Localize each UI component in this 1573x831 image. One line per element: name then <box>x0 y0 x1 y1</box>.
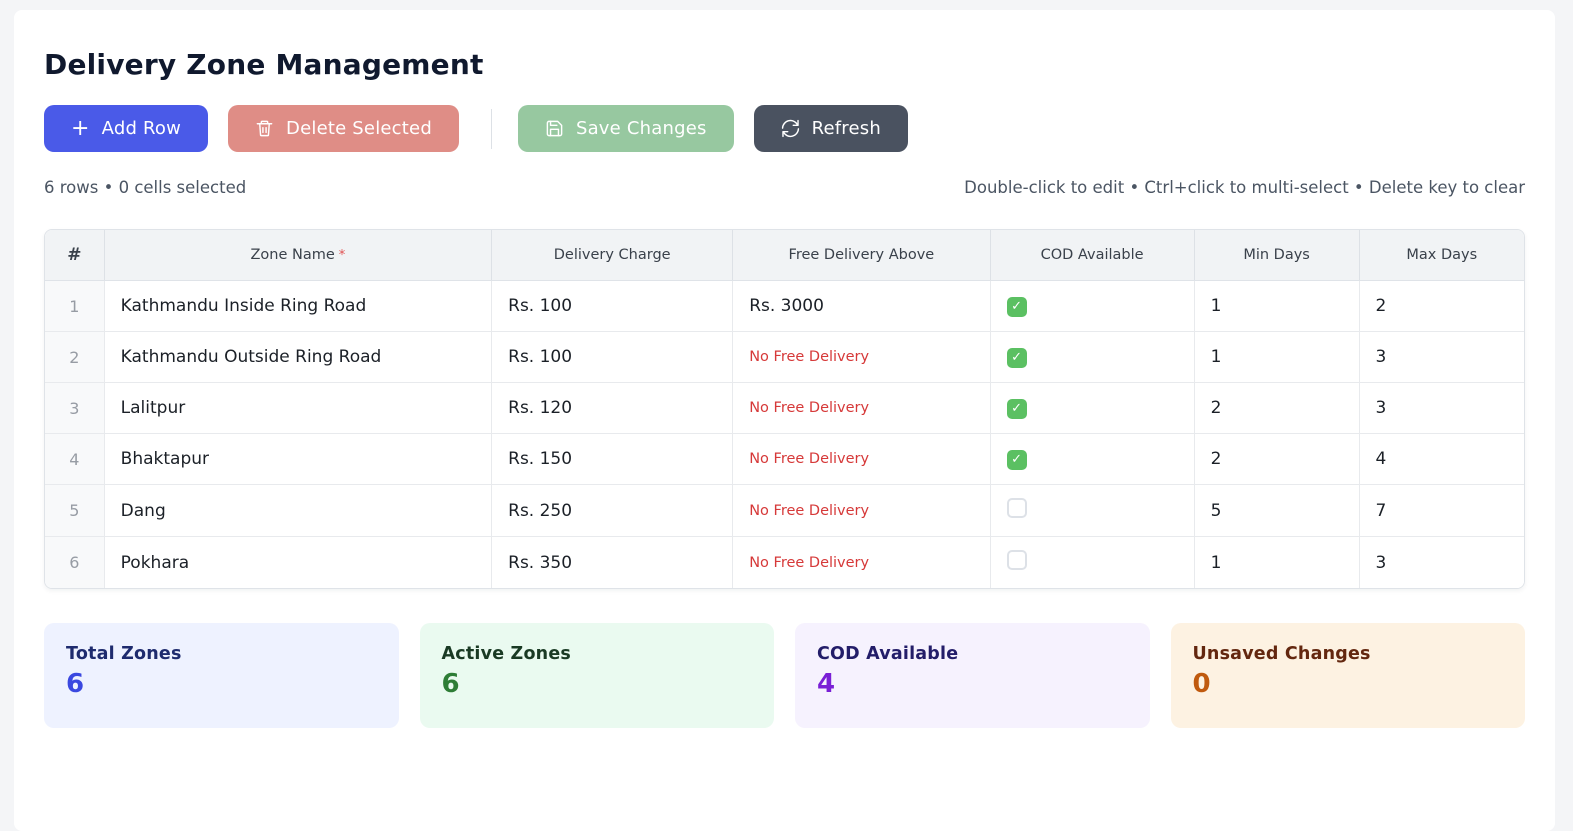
min-days-cell[interactable]: 2 <box>1194 434 1359 485</box>
add-row-label: Add Row <box>102 118 181 139</box>
column-header-free-delivery-above: Free Delivery Above <box>733 230 990 281</box>
stat-value: 4 <box>817 669 1128 699</box>
delivery-charge-cell[interactable]: Rs. 250 <box>492 485 733 537</box>
max-days-cell[interactable]: 3 <box>1359 332 1524 383</box>
zone-name-cell[interactable]: Dang <box>104 485 491 537</box>
row-number-cell[interactable]: 4 <box>45 434 104 485</box>
zone-table-body: 1Kathmandu Inside Ring RoadRs. 100Rs. 30… <box>45 281 1524 589</box>
table-row: 4BhaktapurRs. 150No Free Delivery✓24 <box>45 434 1524 485</box>
table-row: 6PokharaRs. 350No Free Delivery 13 <box>45 537 1524 589</box>
free-delivery-above-cell[interactable]: No Free Delivery <box>733 485 990 537</box>
save-changes-label: Save Changes <box>576 118 707 139</box>
free-delivery-above-cell[interactable]: No Free Delivery <box>733 434 990 485</box>
save-icon <box>545 119 564 138</box>
toolbar: + Add Row Delete Selected Save Changes R… <box>44 105 1525 152</box>
table-row: 3LalitpurRs. 120No Free Delivery✓23 <box>45 383 1524 434</box>
max-days-cell[interactable]: 3 <box>1359 537 1524 589</box>
row-number-cell[interactable]: 3 <box>45 383 104 434</box>
table-row: 5DangRs. 250No Free Delivery57 <box>45 485 1524 537</box>
delete-selected-button[interactable]: Delete Selected <box>228 105 459 152</box>
min-days-cell[interactable]: 1 <box>1194 332 1359 383</box>
column-header-index: # <box>45 230 104 281</box>
min-days-cell[interactable]: 1 <box>1194 281 1359 332</box>
row-number-cell[interactable]: 5 <box>45 485 104 537</box>
cod-available-cell[interactable]: ✓ <box>990 332 1194 383</box>
stat-card-cod-available: COD Available 4 <box>795 623 1150 728</box>
delivery-charge-cell[interactable]: Rs. 150 <box>492 434 733 485</box>
stat-value: 6 <box>66 669 377 699</box>
stat-label: COD Available <box>817 644 1128 664</box>
free-delivery-above-cell[interactable]: No Free Delivery <box>733 332 990 383</box>
zone-table: # Zone Name* Delivery Charge Free Delive… <box>44 229 1525 589</box>
row-number-cell[interactable]: 6 <box>45 537 104 589</box>
stat-card-unsaved-changes: Unsaved Changes 0 <box>1171 623 1526 728</box>
table-row: 2Kathmandu Outside Ring RoadRs. 100No Fr… <box>45 332 1524 383</box>
stat-value: 6 <box>442 669 753 699</box>
refresh-icon <box>781 119 800 138</box>
stat-card-active-zones: Active Zones 6 <box>420 623 775 728</box>
cod-available-cell[interactable] <box>990 485 1194 537</box>
table-header: # Zone Name* Delivery Charge Free Delive… <box>45 230 1524 281</box>
delivery-charge-cell[interactable]: Rs. 100 <box>492 281 733 332</box>
delivery-charge-cell[interactable]: Rs. 100 <box>492 332 733 383</box>
min-days-cell[interactable]: 2 <box>1194 383 1359 434</box>
stat-label: Active Zones <box>442 644 753 664</box>
column-header-cod-available: COD Available <box>990 230 1194 281</box>
stat-value: 0 <box>1193 669 1504 699</box>
row-number-cell[interactable]: 2 <box>45 332 104 383</box>
refresh-button[interactable]: Refresh <box>754 105 908 152</box>
checkbox-checked-icon[interactable]: ✓ <box>1007 297 1027 317</box>
page-title: Delivery Zone Management <box>44 48 1525 81</box>
refresh-label: Refresh <box>812 118 881 139</box>
delivery-charge-cell[interactable]: Rs. 120 <box>492 383 733 434</box>
max-days-cell[interactable]: 4 <box>1359 434 1524 485</box>
main-panel: Delivery Zone Management + Add Row Delet… <box>14 10 1555 831</box>
delete-selected-label: Delete Selected <box>286 118 432 139</box>
selection-summary: 6 rows • 0 cells selected <box>44 178 246 197</box>
column-header-min-days: Min Days <box>1194 230 1359 281</box>
checkbox-checked-icon[interactable]: ✓ <box>1007 348 1027 368</box>
checkbox-checked-icon[interactable]: ✓ <box>1007 399 1027 419</box>
row-number-cell[interactable]: 1 <box>45 281 104 332</box>
save-changes-button[interactable]: Save Changes <box>518 105 734 152</box>
checkbox-unchecked-icon[interactable] <box>1007 498 1027 518</box>
plus-icon: + <box>71 118 90 140</box>
checkbox-unchecked-icon[interactable] <box>1007 550 1027 570</box>
add-row-button[interactable]: + Add Row <box>44 105 208 152</box>
trash-icon <box>255 119 274 138</box>
toolbar-divider <box>491 109 492 149</box>
column-header-delivery-charge: Delivery Charge <box>492 230 733 281</box>
stat-label: Unsaved Changes <box>1193 644 1504 664</box>
min-days-cell[interactable]: 5 <box>1194 485 1359 537</box>
required-asterisk: * <box>339 248 346 263</box>
zone-name-cell[interactable]: Kathmandu Inside Ring Road <box>104 281 491 332</box>
stat-label: Total Zones <box>66 644 377 664</box>
stat-cards: Total Zones 6 Active Zones 6 COD Availab… <box>44 623 1525 728</box>
zone-name-cell[interactable]: Pokhara <box>104 537 491 589</box>
stat-card-total-zones: Total Zones 6 <box>44 623 399 728</box>
table-row: 1Kathmandu Inside Ring RoadRs. 100Rs. 30… <box>45 281 1524 332</box>
cod-available-cell[interactable]: ✓ <box>990 383 1194 434</box>
cod-available-cell[interactable]: ✓ <box>990 434 1194 485</box>
checkbox-checked-icon[interactable]: ✓ <box>1007 450 1027 470</box>
max-days-cell[interactable]: 2 <box>1359 281 1524 332</box>
free-delivery-above-cell[interactable]: No Free Delivery <box>733 383 990 434</box>
cod-available-cell[interactable] <box>990 537 1194 589</box>
cod-available-cell[interactable]: ✓ <box>990 281 1194 332</box>
column-header-max-days: Max Days <box>1359 230 1524 281</box>
zone-name-cell[interactable]: Kathmandu Outside Ring Road <box>104 332 491 383</box>
status-row: 6 rows • 0 cells selected Double-click t… <box>44 178 1525 197</box>
delivery-charge-cell[interactable]: Rs. 350 <box>492 537 733 589</box>
zone-name-cell[interactable]: Bhaktapur <box>104 434 491 485</box>
max-days-cell[interactable]: 3 <box>1359 383 1524 434</box>
free-delivery-above-cell[interactable]: No Free Delivery <box>733 537 990 589</box>
column-header-zone-name: Zone Name* <box>104 230 491 281</box>
min-days-cell[interactable]: 1 <box>1194 537 1359 589</box>
max-days-cell[interactable]: 7 <box>1359 485 1524 537</box>
edit-hint: Double-click to edit • Ctrl+click to mul… <box>964 178 1525 197</box>
zone-name-cell[interactable]: Lalitpur <box>104 383 491 434</box>
free-delivery-above-cell[interactable]: Rs. 3000 <box>733 281 990 332</box>
